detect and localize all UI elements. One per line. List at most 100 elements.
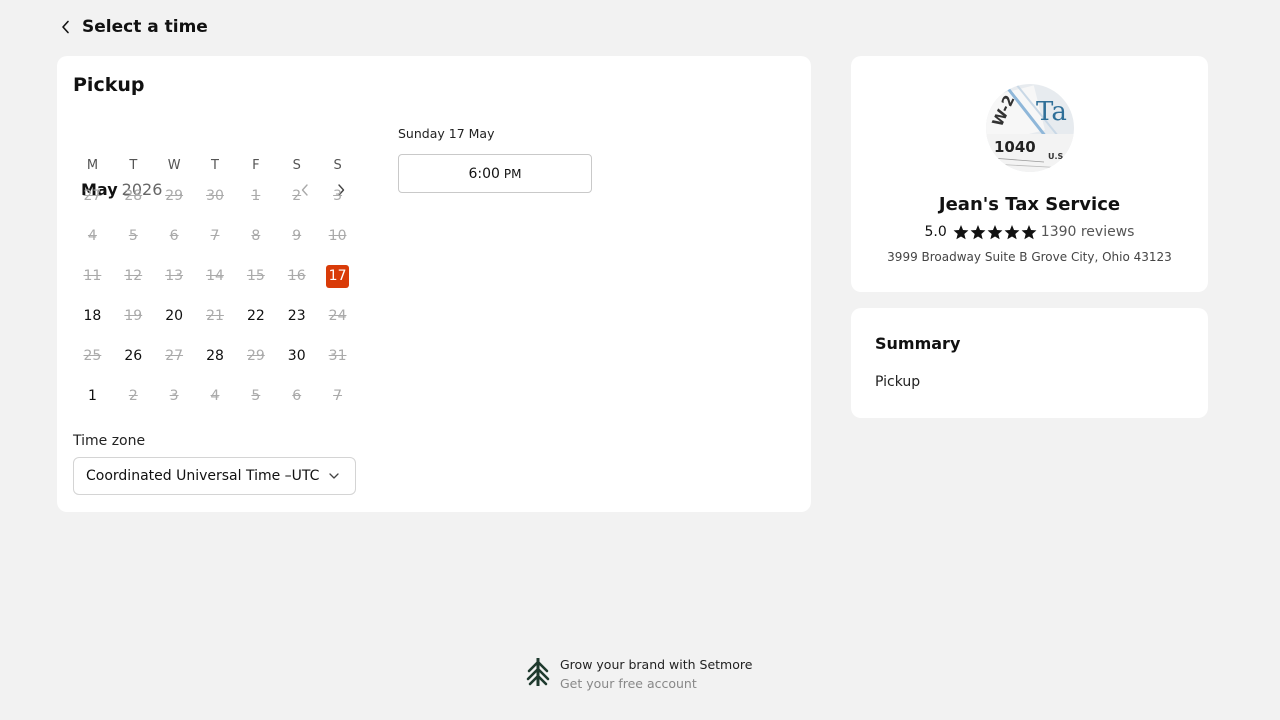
setmore-logo-icon (526, 658, 550, 690)
calendar-day-number: 18 (83, 308, 102, 324)
calendar-week-row: 4 5 6 7 8 9 10 (72, 216, 358, 256)
calendar-day-number: 7 (210, 228, 220, 244)
calendar-day-number: 29 (165, 188, 184, 204)
calendar-day[interactable]: 1 (72, 376, 113, 416)
calendar-day-number: 12 (124, 268, 143, 284)
business-address: 3999 Broadway Suite B Grove City, Ohio 4… (887, 250, 1172, 264)
calendar-day: 2 (113, 376, 154, 416)
calendar-day-number: 29 (246, 348, 265, 364)
calendar-day-number: 13 (165, 268, 184, 284)
calendar-weeks: 27 28 29 30 1 2 3 4 5 6 7 8 9 10 11 12 13 14 15 16 17 18 19 20 2… (72, 176, 358, 416)
calendar-day-number: 26 (124, 348, 143, 364)
calendar-day: 15 (235, 256, 276, 296)
calendar-day-number: 9 (292, 228, 302, 244)
weekday-label: F (252, 157, 260, 173)
time-slot-button[interactable]: 6:00 PM (398, 154, 592, 193)
calendar-day: 29 (154, 176, 195, 216)
weekday-label: T (129, 157, 138, 173)
calendar-day: 31 (317, 336, 358, 376)
calendar-day-number: 27 (83, 188, 102, 204)
star-icon (1021, 224, 1037, 239)
calendar-day: 29 (235, 336, 276, 376)
calendar-day: 11 (72, 256, 113, 296)
calendar-day: 9 (276, 216, 317, 256)
calendar-day-number: 17 (326, 264, 350, 288)
calendar-day: 16 (276, 256, 317, 296)
selected-date-label: Sunday 17 May (398, 126, 495, 141)
calendar-day: 4 (72, 216, 113, 256)
star-icon (970, 224, 986, 239)
service-title: Pickup (73, 74, 145, 96)
star-icon (953, 224, 969, 239)
calendar-day: 21 (195, 296, 236, 336)
calendar-day[interactable]: 28 (195, 336, 236, 376)
footer-promo-text: Grow your brand with Setmore (560, 657, 753, 672)
calendar-day[interactable]: 18 (72, 296, 113, 336)
calendar-day-number: 3 (169, 388, 179, 404)
calendar-day: 28 (113, 176, 154, 216)
timezone-label: Time zone (73, 433, 146, 449)
rating-stars (953, 224, 1037, 240)
calendar-week-row: 11 12 13 14 15 16 17 (72, 256, 358, 296)
time-slot-time: 6:00 (468, 165, 500, 182)
calendar-day-number: 14 (206, 268, 224, 284)
calendar-day-number: 27 (165, 348, 184, 364)
avatar-form-number: 1040 (994, 138, 1036, 156)
business-avatar: W-2 Ta 1040 U.S (986, 84, 1074, 172)
calendar-day: 7 (195, 216, 236, 256)
calendar-day-number: 6 (292, 388, 302, 404)
calendar-day: 1 (235, 176, 276, 216)
calendar-day-selected[interactable]: 17 (317, 256, 358, 296)
calendar-day: 12 (113, 256, 154, 296)
calendar-day-number: 2 (128, 388, 138, 404)
calendar-day[interactable]: 23 (276, 296, 317, 336)
calendar-day: 6 (154, 216, 195, 256)
calendar-day: 3 (317, 176, 358, 216)
calendar-day[interactable]: 26 (113, 336, 154, 376)
calendar-day: 27 (154, 336, 195, 376)
calendar-day: 3 (154, 376, 195, 416)
calendar-day: 24 (317, 296, 358, 336)
back-icon[interactable] (58, 16, 72, 38)
calendar-day-number: 3 (333, 188, 343, 204)
calendar-day: 7 (317, 376, 358, 416)
calendar-day: 5 (113, 216, 154, 256)
calendar-day-number: 4 (87, 228, 97, 244)
calendar-day[interactable]: 22 (235, 296, 276, 336)
chevron-down-icon (329, 473, 340, 479)
star-icon (1004, 224, 1020, 239)
calendar-day: 5 (235, 376, 276, 416)
calendar-week-row: 1 2 3 4 5 6 7 (72, 376, 358, 416)
timezone-value: Coordinated Universal Time –UTC (86, 468, 320, 484)
calendar-week-row: 27 28 29 30 1 2 3 (72, 176, 358, 216)
calendar-day-number: 10 (328, 228, 347, 244)
weekday-label: S (333, 157, 342, 173)
calendar-day: 8 (235, 216, 276, 256)
calendar-day-number: 19 (124, 308, 143, 324)
calendar-day: 14 (195, 256, 236, 296)
free-account-link[interactable]: Get your free account (560, 676, 752, 691)
timezone-select[interactable]: Coordinated Universal Time –UTC (73, 457, 356, 495)
calendar-day[interactable]: 30 (276, 336, 317, 376)
calendar-day-number: 11 (83, 268, 102, 284)
calendar-day: 25 (72, 336, 113, 376)
calendar-day: 13 (154, 256, 195, 296)
time-slot-period: PM (503, 166, 522, 181)
calendar-day-number: 15 (246, 268, 265, 284)
calendar-day-number: 24 (328, 308, 347, 324)
star-icon (987, 224, 1003, 239)
calendar-day-number: 8 (251, 228, 261, 244)
calendar-day-number: 30 (287, 348, 306, 364)
calendar-day-number: 23 (287, 308, 306, 324)
calendar-day: 4 (195, 376, 236, 416)
avatar-tax-text: Ta (1036, 97, 1067, 127)
reviews-count: 1390 reviews (1040, 224, 1135, 240)
summary-service: Pickup (875, 374, 921, 390)
calendar-day: 2 (276, 176, 317, 216)
calendar-day-number: 7 (333, 388, 343, 404)
calendar-day-number: 1 (87, 388, 97, 404)
calendar-day-number: 16 (287, 268, 306, 284)
calendar-day[interactable]: 20 (154, 296, 195, 336)
calendar-day-number: 2 (292, 188, 302, 204)
weekday-header-row: M T W T F S S (72, 154, 358, 176)
